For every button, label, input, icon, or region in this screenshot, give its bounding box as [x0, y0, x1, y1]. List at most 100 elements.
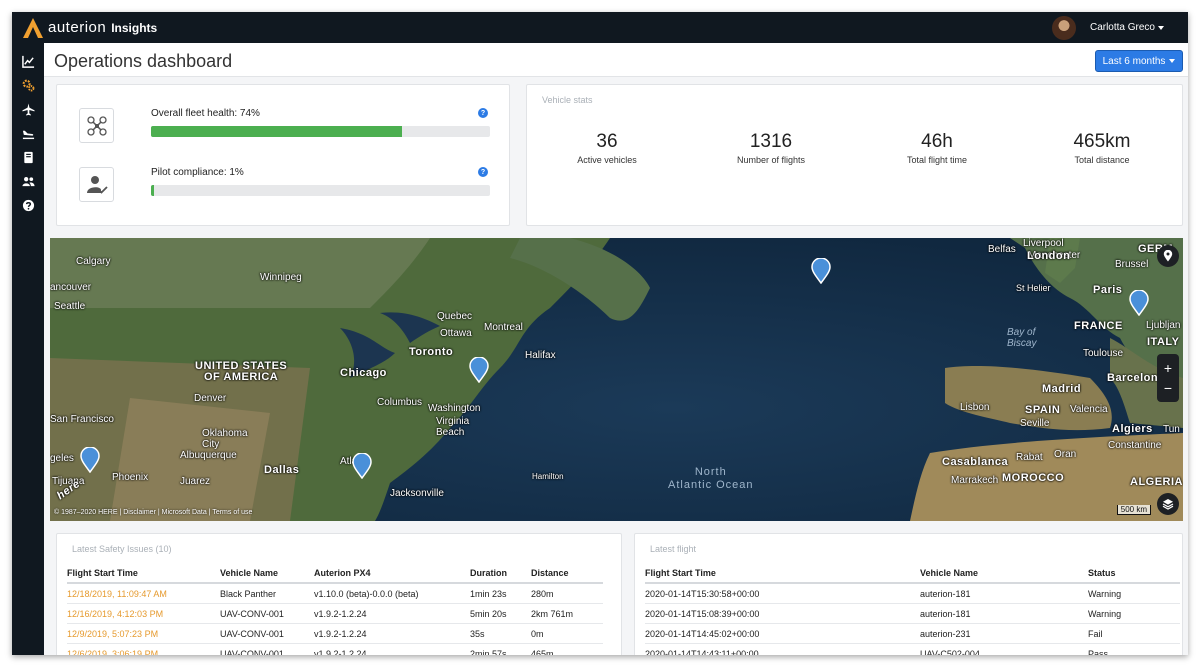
table-row[interactable]: 2020-01-14T15:08:39+00:00 auterion-181 W…: [645, 603, 1180, 624]
chevron-down-icon: [1158, 25, 1164, 30]
table-cell: 465m: [531, 643, 603, 655]
map-label-seville: Seville: [1020, 418, 1050, 429]
layers-button[interactable]: [1157, 493, 1179, 515]
map-label-belfast: Belfas: [988, 244, 1016, 255]
column-header[interactable]: Flight Start Time: [67, 563, 220, 584]
stat-value: 1316: [749, 131, 793, 152]
table-row[interactable]: 2020-01-14T15:30:58+00:00 auterion-181 W…: [645, 583, 1180, 604]
map-label-oran: Oran: [1054, 449, 1077, 460]
locate-button[interactable]: [1157, 245, 1179, 267]
table-row[interactable]: 2020-01-14T14:43:11+00:00 UAV-C502-004 P…: [645, 643, 1180, 655]
fleet-health-bar-fill: [151, 126, 402, 137]
map-label-tunis: Tun: [1163, 424, 1180, 435]
flight-marker-pin[interactable]: [469, 357, 489, 383]
flight-marker-pin[interactable]: [1129, 290, 1149, 316]
logo[interactable]: auterion Insights: [21, 16, 157, 40]
map-label-ottawa: Ottawa: [440, 328, 472, 339]
table-header-row: Flight Start Time Vehicle Name Auterion …: [67, 563, 603, 584]
map-label-marrakech: Marrakech: [951, 475, 999, 486]
sidebar: [12, 43, 44, 655]
date-range-dropdown[interactable]: Last 6 months: [1095, 50, 1183, 72]
column-header[interactable]: Duration: [470, 563, 531, 584]
map-label-madrid: Madrid: [1042, 383, 1082, 395]
table-row[interactable]: 2020-01-14T14:45:02+00:00 auterion-231 F…: [645, 623, 1180, 644]
flight-marker-pin[interactable]: [352, 453, 372, 479]
book-icon: [23, 151, 33, 163]
map-label-italy: ITALY: [1147, 336, 1180, 348]
map-label-washington: Washington: [428, 403, 481, 414]
flight-map[interactable]: Calgary ancouver Seattle Winnipeg Quebec…: [50, 238, 1183, 521]
status-cell: Warning: [1088, 583, 1180, 604]
sidebar-item-analytics[interactable]: [12, 49, 44, 73]
fleet-health-bar: [151, 126, 490, 137]
vehicle-stats-title: Vehicle stats: [542, 95, 593, 105]
map-label-spain: SPAIN: [1025, 404, 1061, 416]
vehicle-stats-card: Vehicle stats 36 Active vehicles 1316 Nu…: [526, 84, 1183, 226]
map-label-rabat: Rabat: [1016, 452, 1043, 463]
avatar[interactable]: [1051, 15, 1076, 40]
table-cell: 2020-01-14T14:43:11+00:00: [645, 643, 920, 655]
sidebar-item-landings[interactable]: [12, 121, 44, 145]
column-header[interactable]: Flight Start Time: [645, 563, 920, 584]
map-label-quebec: Quebec: [437, 311, 473, 322]
map-label-seattle: Seattle: [54, 301, 86, 312]
table-cell: 2km 761m: [531, 603, 603, 624]
user-menu[interactable]: Carlotta Greco: [1051, 15, 1164, 40]
map-label-dallas: Dallas: [264, 464, 300, 476]
table-cell: 5min 20s: [470, 603, 531, 624]
column-header[interactable]: Vehicle Name: [920, 563, 1088, 584]
user-name[interactable]: Carlotta Greco: [1090, 22, 1155, 33]
column-header[interactable]: Vehicle Name: [220, 563, 314, 584]
auterion-logo-icon: [23, 17, 43, 38]
help-icon[interactable]: ?: [478, 167, 488, 177]
brand-name: auterion: [48, 19, 107, 36]
table-row[interactable]: 12/6/2019, 3:06:19 PM UAV-CONV-001 v1.9.…: [67, 643, 603, 655]
table-cell: UAV-CONV-001: [220, 643, 314, 655]
table-row[interactable]: 12/9/2019, 5:07:23 PM UAV-CONV-001 v1.9.…: [67, 623, 603, 644]
zoom-in-button[interactable]: +: [1164, 358, 1172, 378]
sidebar-item-help[interactable]: [12, 193, 44, 217]
map-label-casablanca: Casablanca: [942, 456, 1009, 468]
table-row[interactable]: 12/16/2019, 4:12:03 PM UAV-CONV-001 v1.9…: [67, 603, 603, 624]
map-label-ljubljana: Ljubljan: [1146, 320, 1181, 331]
users-icon: [21, 176, 35, 186]
table-header-row: Flight Start Time Vehicle Name Status: [645, 563, 1180, 584]
flight-start-link[interactable]: 12/16/2019, 4:12:03 PM: [67, 603, 220, 624]
map-label-london: London: [1027, 250, 1071, 262]
map-copyright[interactable]: © 1987–2020 HERE | Disclaimer | Microsof…: [54, 509, 252, 516]
safety-issues-table: Flight Start Time Vehicle Name Auterion …: [67, 563, 603, 655]
stat-label: Active vehicles: [577, 155, 637, 165]
map-label-virginia-beach: Virginia Beach: [436, 416, 470, 438]
map-label-jacksonville: Jacksonville: [390, 488, 444, 499]
map-label-vancouver: ancouver: [50, 282, 92, 293]
zoom-out-button[interactable]: −: [1164, 378, 1172, 398]
stat-value: 465km: [1073, 131, 1131, 152]
sidebar-item-logbook[interactable]: [12, 145, 44, 169]
flight-start-link[interactable]: 12/18/2019, 11:09:47 AM: [67, 583, 220, 604]
map-label-chicago: Chicago: [340, 367, 387, 379]
sidebar-item-flights[interactable]: [12, 97, 44, 121]
flight-marker-pin[interactable]: [80, 447, 100, 473]
map-label-paris: Paris: [1093, 284, 1123, 296]
table-cell: 2min 57s: [470, 643, 531, 655]
flight-start-link[interactable]: 12/9/2019, 5:07:23 PM: [67, 623, 220, 644]
help-icon[interactable]: ?: [478, 108, 488, 118]
map-pin-icon: [1163, 250, 1173, 262]
sidebar-item-operations[interactable]: [12, 73, 44, 97]
pilot-compliance-label: Pilot compliance: 1%: [151, 167, 244, 178]
sidebar-item-users[interactable]: [12, 169, 44, 193]
column-header[interactable]: Auterion PX4: [314, 563, 470, 584]
table-row[interactable]: 12/18/2019, 11:09:47 AM Black Panther v1…: [67, 583, 603, 604]
pilot-compliance-bar-fill: [151, 185, 155, 196]
flight-start-link[interactable]: 12/6/2019, 3:06:19 PM: [67, 643, 220, 655]
safety-issues-title: Latest Safety Issues (10): [72, 544, 172, 554]
page-title: Operations dashboard: [54, 51, 233, 71]
column-header[interactable]: Status: [1088, 563, 1180, 584]
table-cell: auterion-181: [920, 583, 1088, 604]
chart-line-icon: [21, 55, 34, 68]
map-label-phoenix: Phoenix: [112, 472, 149, 483]
status-cell: Warning: [1088, 603, 1180, 624]
column-header[interactable]: Distance: [531, 563, 603, 584]
map-label-oklahoma-city: Oklahoma City: [202, 428, 248, 450]
flight-marker-pin[interactable]: [811, 258, 831, 284]
